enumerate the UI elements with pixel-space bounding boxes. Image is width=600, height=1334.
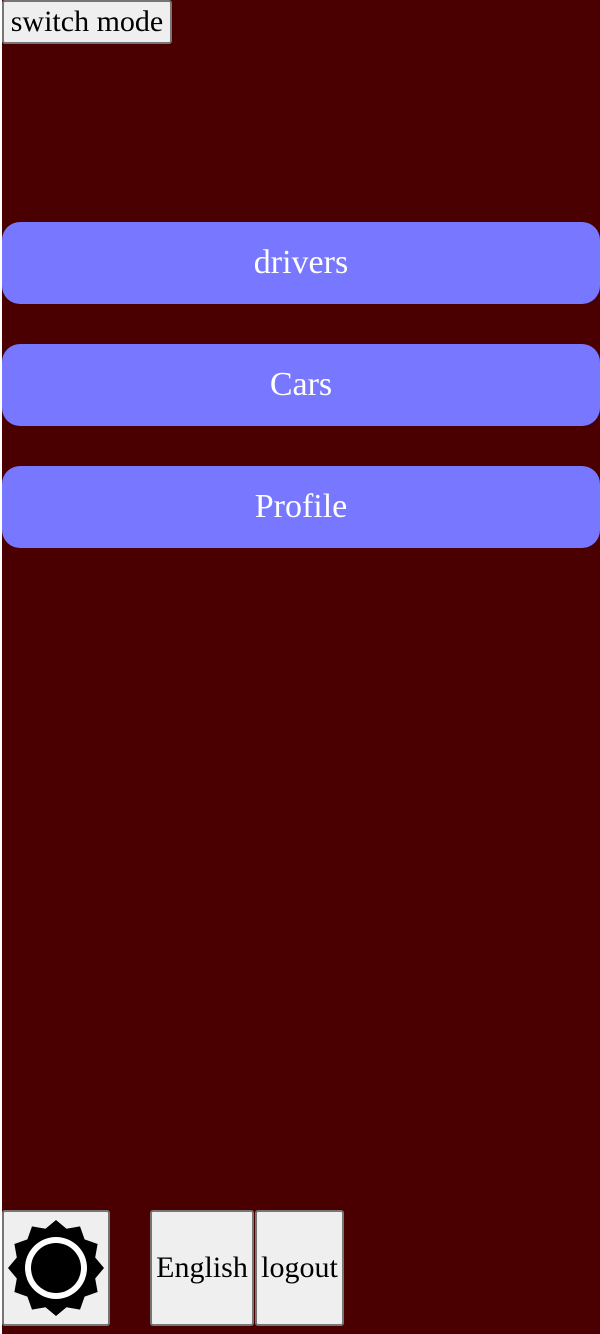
drivers-button[interactable]: drivers (2, 222, 600, 304)
sun-icon (8, 1220, 104, 1316)
app-screen (2, 0, 600, 1334)
switch-mode-button[interactable]: switch mode (2, 0, 172, 44)
cars-button[interactable]: Cars (2, 344, 600, 426)
theme-toggle-button[interactable] (2, 1210, 110, 1326)
language-button[interactable]: English (150, 1210, 254, 1326)
profile-button[interactable]: Profile (2, 466, 600, 548)
logout-button[interactable]: logout (255, 1210, 344, 1326)
